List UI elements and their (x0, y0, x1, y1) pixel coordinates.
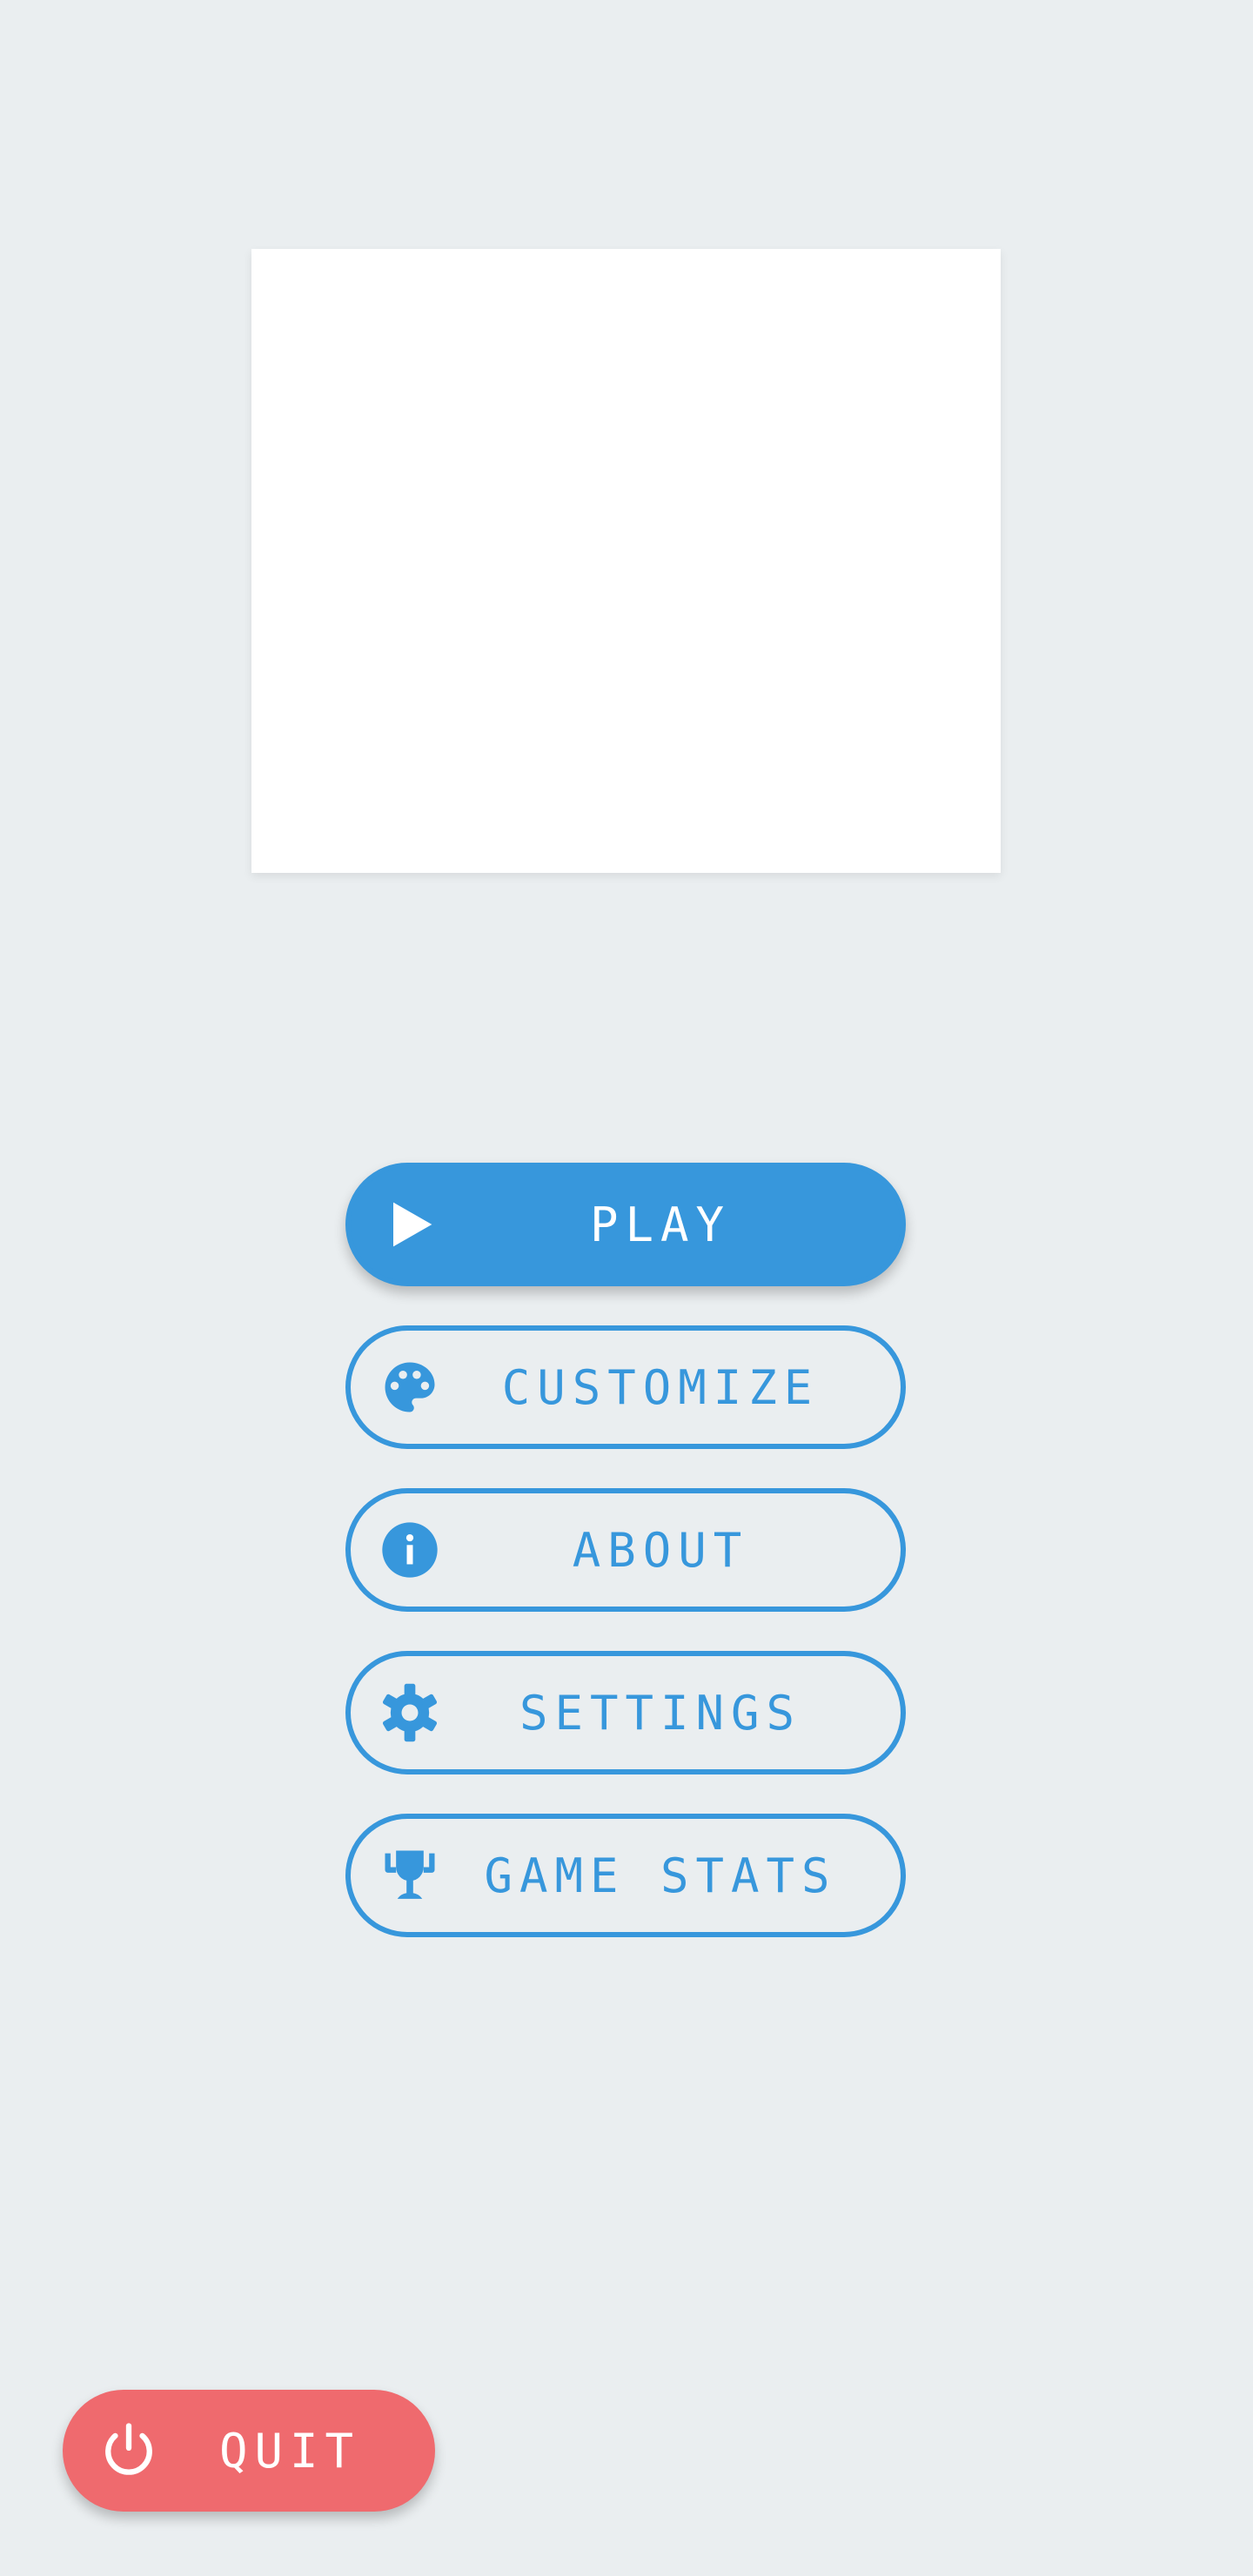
game-stats-label: GAME STATS (484, 1848, 837, 1903)
trophy-icon (375, 1841, 445, 1910)
power-icon (94, 2416, 164, 2485)
game-preview-panel (251, 249, 1001, 873)
gear-icon (375, 1678, 445, 1748)
customize-button[interactable]: CUSTOMIZE (345, 1325, 906, 1449)
settings-button[interactable]: SETTINGS (345, 1651, 906, 1774)
game-stats-button[interactable]: GAME STATS (345, 1814, 906, 1937)
play-icon (375, 1190, 445, 1259)
palette-icon (375, 1352, 445, 1422)
settings-label: SETTINGS (519, 1685, 802, 1741)
info-icon (375, 1515, 445, 1585)
play-label: PLAY (589, 1197, 732, 1252)
customize-label: CUSTOMIZE (501, 1359, 820, 1415)
quit-label: QUIT (218, 2423, 361, 2479)
about-label: ABOUT (572, 1522, 749, 1578)
quit-button[interactable]: QUIT (63, 2390, 435, 2512)
about-button[interactable]: ABOUT (345, 1488, 906, 1612)
play-button[interactable]: PLAY (345, 1163, 906, 1286)
